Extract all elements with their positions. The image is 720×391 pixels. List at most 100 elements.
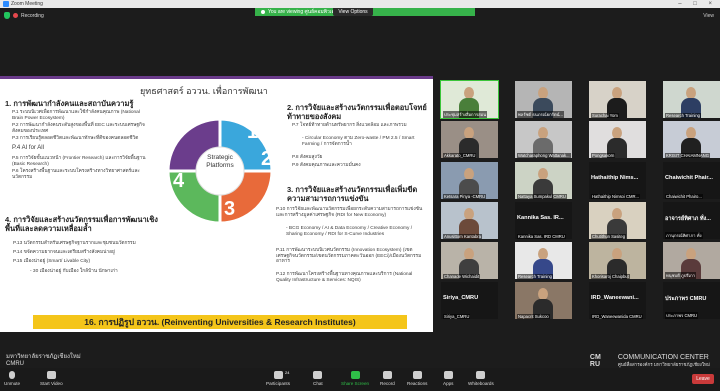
- center-label-line1: Strategic: [207, 154, 233, 161]
- slide-title: ยุทธศาสตร์ อววน. เพื่อการพัฒนา: [140, 86, 268, 96]
- whiteboards-label: Whiteboards: [468, 381, 494, 386]
- apps-icon[interactable]: [443, 371, 453, 379]
- participant-tile[interactable]: ประภาพร CMRU ประภาพร CMRU: [663, 282, 720, 319]
- participant-name: Ketsara Pinya -CMRU: [443, 194, 487, 199]
- participant-name: Research Training: [517, 274, 553, 279]
- category-1-item: P.5 การวิจัยขั้นแนวหน้า (Frontier Resear…: [12, 156, 146, 167]
- unmute-button[interactable]: Unmute: [4, 371, 20, 386]
- participant-name: Pongsakorn: [591, 153, 616, 158]
- record-label: Record: [380, 381, 395, 386]
- meeting-toolbar: Unmute Start Video 24 Participants Chat S…: [0, 368, 720, 391]
- communication-center-logo: CM RU COMMUNICATION CENTER ศูนย์สื่อสารอง…: [590, 354, 710, 368]
- category-1-title: 1. การพัฒนากำลังคนและสถาบันความรู้: [5, 99, 134, 108]
- participant-tile[interactable]: ทนุชบดี ภูปรีเกา: [663, 242, 720, 279]
- share-screen-icon[interactable]: [350, 371, 360, 379]
- record-button[interactable]: Record: [380, 371, 395, 386]
- category-3-item: P.12 การพัฒนาโครงสร้างพื้นฐานทางคุณภาพแล…: [276, 272, 413, 283]
- record-icon[interactable]: [382, 371, 392, 379]
- shield-icon[interactable]: [4, 12, 10, 19]
- recording-label: Recording: [21, 12, 44, 19]
- participant-name: ประชุมสร้างสื่อการสอน: [443, 111, 488, 118]
- participant-tile[interactable]: Research Training: [663, 81, 720, 118]
- participant-display-name: Chaiwichit Phair...: [665, 175, 713, 181]
- category-3-item: P.10 การวิจัยและพัฒนานวัตกรรมเพื่อยกระดั…: [276, 207, 423, 218]
- participant-tile[interactable]: Research Training: [515, 242, 572, 279]
- participant-name: Nattaya Sumpakul CMRU: [517, 194, 567, 199]
- quadrant-2-label: 2: [261, 148, 273, 170]
- whiteboards-button[interactable]: Whiteboards: [468, 371, 494, 386]
- participant-name: Anusittorn Kantabra: [443, 234, 483, 239]
- participant-display-name: Kannika Sas. IR...: [517, 215, 564, 221]
- participant-tile[interactable]: Khorisaroj Chaipbut: [589, 242, 646, 279]
- participant-tile[interactable]: พลรัชต์ ธนภรณ์ยกรัตน์...: [515, 81, 572, 118]
- participants-icon[interactable]: [273, 371, 283, 379]
- center-label-line2: Platforms: [206, 162, 234, 169]
- meeting-topbar: Recording You are viewing ศูนย์คอมพิวเตอ…: [0, 8, 720, 24]
- participant-name: Chaiwichit Phairo...: [665, 194, 703, 199]
- participant-display-name: Hathaithip Nims...: [591, 175, 639, 181]
- participant-name: Surachai Yom: [591, 113, 619, 118]
- participant-tile[interactable]: อาจารย์ทิศาภ ทั่ง... ภานุกรณ์ทิศาภา ทั่ง: [663, 202, 720, 239]
- participant-tile[interactable]: Chaiwichit Phair... Chaiwichit Phairo...: [663, 162, 720, 199]
- participant-tile[interactable]: IRD_Waneewani... IRD_Waneewanida CMRU: [589, 282, 646, 319]
- microphone-icon[interactable]: [9, 371, 16, 379]
- category-4-item: - 30 เมืองน่าอยู่ กับเมือง ใกล้บ้าน นักษ…: [30, 269, 118, 274]
- participant-tile[interactable]: Siriya_CMRU Siriya_CMRU: [441, 282, 498, 319]
- view-options-button[interactable]: View Options: [333, 8, 373, 16]
- participant-tile[interactable]: Anusittorn Kantabra: [441, 202, 498, 239]
- university-name-th: มหาวิทยาลัยราชภัฏเชียงใหม่: [6, 354, 81, 360]
- participant-name: Research Training: [665, 113, 701, 118]
- category-4-title: 4. การวิจัยและสร้างนวัตกรรมเพื่อการพัฒนา…: [5, 215, 158, 233]
- category-3-item: P.11 การพัฒนาระบบนิเวศนวัตกรรม (Innovati…: [276, 248, 422, 265]
- chat-button[interactable]: Chat: [313, 371, 323, 386]
- recording-indicator[interactable]: Recording: [4, 12, 44, 19]
- broadcast-footer: มหาวิทยาลัยราชภัฏเชียงใหม่ CMRU CM RU COM…: [0, 352, 720, 368]
- category-2-item: - Circular Economy ตาม Zero-waste / PM 2…: [302, 136, 415, 147]
- participant-tile[interactable]: KRISIT CHAIAMNANG: [663, 121, 720, 158]
- category-1-item: P.6 โครงสร้างพื้นฐานและระบบโครงสร้างทางว…: [12, 169, 140, 180]
- reactions-button[interactable]: Reactions: [407, 371, 427, 386]
- participants-button[interactable]: 24 Participants: [266, 370, 290, 386]
- participant-tile[interactable]: Watcharaphong Wattanak...: [515, 121, 572, 158]
- chat-icon[interactable]: [313, 371, 323, 379]
- cmru-logo-line1: CM: [589, 354, 601, 361]
- participant-name: พลรัชต์ ธนภรณ์ยกรัตน์...: [517, 111, 564, 118]
- start-video-label: Start Video: [40, 381, 63, 386]
- zoom-icon: [3, 1, 9, 7]
- participant-tile[interactable]: Akkarato_CMRU: [441, 121, 498, 158]
- chat-label: Chat: [313, 381, 323, 386]
- university-name-en: CMRU: [6, 361, 24, 367]
- apps-button[interactable]: Apps: [443, 371, 453, 386]
- participant-tile[interactable]: Chutithun Sasiteg: [589, 202, 646, 239]
- participant-tile[interactable]: Napacrit Sukcoo: [515, 282, 572, 319]
- whiteboard-icon[interactable]: [476, 371, 486, 379]
- participant-tile[interactable]: Kannika Sas. IR... Kannika Sas. IRD CMRU: [515, 202, 572, 239]
- share-dot-icon: [261, 9, 265, 14]
- participant-display-name: Siriya_CMRU: [443, 295, 479, 301]
- cmru-logo-line2: RU: [589, 361, 601, 368]
- leave-button[interactable]: Leave: [692, 374, 714, 384]
- reactions-icon[interactable]: [412, 371, 422, 379]
- participant-tile[interactable]: Nattaya Sumpakul CMRU: [515, 162, 572, 199]
- view-button[interactable]: View: [703, 13, 714, 19]
- participant-tile[interactable]: Surachai Yom: [589, 81, 646, 118]
- participant-tile[interactable]: Ketsara Pinya -CMRU: [441, 162, 498, 199]
- reinventing-banner: 16. การปฏิรูป อววน. (Reinventing Univers…: [33, 315, 407, 329]
- share-screen-button[interactable]: Share Screen: [341, 371, 369, 386]
- participant-display-name: อาจารย์ทิศาภ ทั่ง...: [665, 216, 711, 222]
- participant-tile[interactable]: Chanade Wichaidit: [441, 242, 498, 279]
- participant-tile[interactable]: Hathaithip Nims... Hathaithip Nimsoi CMR.…: [589, 162, 646, 199]
- participant-name: KRISIT CHAIAMNANG: [665, 153, 710, 158]
- participant-name: Siriya_CMRU: [443, 314, 471, 319]
- participant-tile[interactable]: Pongsakorn: [589, 121, 646, 158]
- video-camera-icon[interactable]: [46, 371, 56, 379]
- category-4-item: P.14 ขจัดความยากจนและเตรียมสร้างสังคมน่า…: [13, 250, 115, 255]
- participant-tile[interactable]: ประชุมสร้างสื่อการสอน: [440, 80, 499, 119]
- shared-slide: ยุทธศาสตร์ อววน. เพื่อการพัฒนา Strategic…: [0, 76, 433, 332]
- participant-name: ประภาพร CMRU: [665, 312, 699, 319]
- window-controls[interactable]: – □ ×: [678, 0, 717, 8]
- category-3-item: - BCG Economy / AI & Data Economy / Crea…: [286, 226, 413, 237]
- start-video-button[interactable]: Start Video: [40, 371, 63, 386]
- participant-name: ทนุชบดี ภูปรีเกา: [665, 272, 696, 279]
- center-label: Strategic Platforms: [200, 154, 240, 170]
